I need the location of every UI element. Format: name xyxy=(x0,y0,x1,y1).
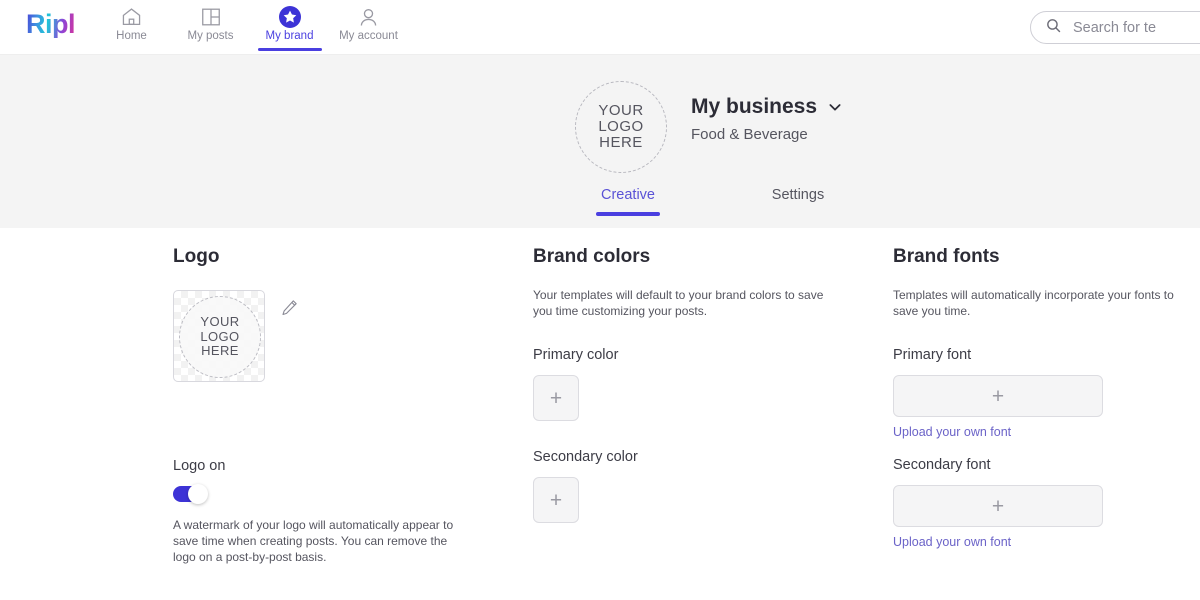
primary-font-label: Primary font xyxy=(893,347,1200,363)
nav-item-my-account-label: My account xyxy=(339,31,398,43)
secondary-font-label: Secondary font xyxy=(893,457,1200,473)
logo-section: Logo YOUR LOGO HERE Logo on A watermark … xyxy=(173,228,493,565)
brand-creative-panel: Logo YOUR LOGO HERE Logo on A watermark … xyxy=(0,228,1200,600)
search-input[interactable] xyxy=(1071,19,1200,37)
search-box[interactable] xyxy=(1030,11,1200,44)
business-name: My business xyxy=(691,95,817,119)
brand-tabs: Creative Settings xyxy=(543,187,883,216)
plus-icon: + xyxy=(992,496,1004,517)
brand-identity: YOUR LOGO HERE My business Food & Bevera… xyxy=(575,81,843,173)
nav-item-my-posts[interactable]: My posts xyxy=(171,0,250,55)
add-secondary-color-button[interactable]: + xyxy=(533,477,579,523)
business-category: Food & Beverage xyxy=(691,126,843,143)
tab-creative[interactable]: Creative xyxy=(543,187,713,216)
logo-thumbnail[interactable]: YOUR LOGO HERE xyxy=(173,290,265,382)
add-primary-font-button[interactable]: + xyxy=(893,375,1103,417)
nav-item-my-brand-label: My brand xyxy=(266,31,314,43)
brand-fonts-title: Brand fonts xyxy=(893,228,1200,269)
ripl-logo[interactable]: Ripl xyxy=(26,11,75,38)
add-secondary-font-button[interactable]: + xyxy=(893,485,1103,527)
logo-editor-row: YOUR LOGO HERE xyxy=(173,290,493,382)
brand-colors-description: Your templates will default to your bran… xyxy=(533,287,841,319)
logo-on-toggle[interactable] xyxy=(173,486,207,502)
primary-color-label: Primary color xyxy=(533,347,863,363)
tab-settings[interactable]: Settings xyxy=(713,187,883,216)
brand-meta: My business Food & Beverage xyxy=(691,81,843,143)
search-icon xyxy=(1045,17,1062,39)
tab-active-indicator xyxy=(596,212,660,216)
plus-icon: + xyxy=(992,386,1004,407)
logo-section-title: Logo xyxy=(173,228,493,269)
brand-fonts-section: Brand fonts Templates will automatically… xyxy=(893,228,1200,549)
logo-toggle-label: Logo on xyxy=(173,458,493,474)
nav-item-home-label: Home xyxy=(116,31,147,43)
person-icon xyxy=(357,5,380,29)
brand-colors-section: Brand colors Your templates will default… xyxy=(533,228,863,523)
primary-nav: Home My posts My brand xyxy=(92,0,408,55)
nav-active-indicator xyxy=(258,48,322,51)
brand-logo-avatar[interactable]: YOUR LOGO HERE xyxy=(575,81,667,173)
chevron-down-icon xyxy=(827,99,843,115)
logo-on-toggle-knob xyxy=(188,484,208,504)
secondary-color-label: Secondary color xyxy=(533,449,863,465)
plus-icon: + xyxy=(550,490,562,511)
upload-primary-font-link[interactable]: Upload your own font xyxy=(893,425,1200,439)
plus-icon: + xyxy=(550,388,562,409)
brand-logo-avatar-text: YOUR LOGO HERE xyxy=(598,103,643,151)
star-badge-icon xyxy=(278,5,302,29)
brand-colors-title: Brand colors xyxy=(533,228,863,269)
grid-icon xyxy=(200,5,222,29)
logo-dashed-circle: YOUR LOGO HERE xyxy=(179,296,261,378)
upload-secondary-font-link[interactable]: Upload your own font xyxy=(893,535,1200,549)
nav-item-my-posts-label: My posts xyxy=(187,31,233,43)
edit-logo-pencil-icon[interactable] xyxy=(280,298,299,317)
tab-settings-label: Settings xyxy=(772,187,824,203)
nav-item-my-brand[interactable]: My brand xyxy=(250,0,329,55)
nav-item-home[interactable]: Home xyxy=(92,0,171,55)
brand-fonts-description: Templates will automatically incorporate… xyxy=(893,287,1200,319)
tab-creative-label: Creative xyxy=(601,187,655,203)
logo-placeholder-text: YOUR LOGO HERE xyxy=(200,315,239,359)
logo-help-text: A watermark of your logo will automatica… xyxy=(173,517,473,566)
brand-hero-band: YOUR LOGO HERE My business Food & Bevera… xyxy=(0,55,1200,228)
home-icon xyxy=(120,5,143,29)
business-switcher[interactable]: My business xyxy=(691,95,843,119)
nav-item-my-account[interactable]: My account xyxy=(329,0,408,55)
add-primary-color-button[interactable]: + xyxy=(533,375,579,421)
top-navigation-bar: Ripl Home My posts xyxy=(0,0,1200,55)
